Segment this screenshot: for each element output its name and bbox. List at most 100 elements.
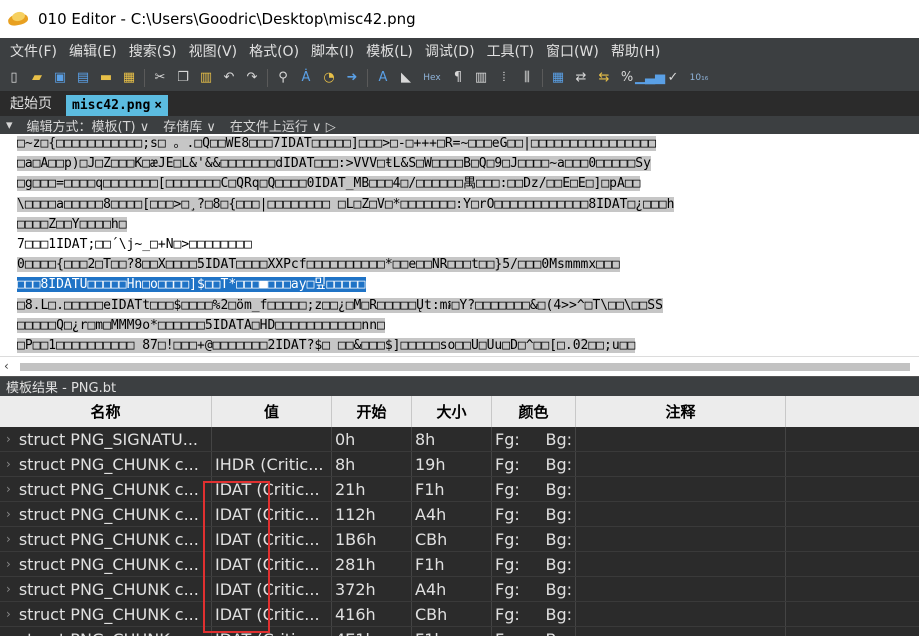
cell-comment: [576, 502, 786, 526]
table-row[interactable]: › struct PNG_CHUNK c... IDAT (Critic... 112…: [0, 502, 919, 527]
base-convert-icon[interactable]: 10₁₆: [686, 68, 712, 88]
menu-format[interactable]: 格式(O): [243, 41, 305, 61]
table-header: 名称 值 开始 大小 颜色 注释: [0, 396, 919, 427]
swap-icon[interactable]: ⇆: [594, 68, 614, 88]
chevron-right-icon[interactable]: ›: [6, 607, 11, 621]
percent-icon[interactable]: %: [617, 68, 637, 88]
table-body: › struct PNG_SIGNATU... 0h 8h Fg: Bg: › struct …: [0, 427, 919, 636]
hex-icon[interactable]: Hex: [419, 68, 445, 88]
table-row[interactable]: › struct PNG_CHUNK c... IHDR (Critic... 8h 1…: [0, 452, 919, 477]
fg-label: Fg:: [495, 479, 520, 499]
tab-start-page[interactable]: 起始页: [0, 91, 62, 116]
menu-help[interactable]: 帮助(H): [605, 41, 666, 61]
text-view[interactable]: □~z□{□□□□□□□□□□□;s□ 。.□Q□□WE8□□□7IDAT□□□…: [0, 134, 919, 356]
text-line: □g□□□=□□□□q□□□□□□□[□□□□□□□C□QRq□Q□□□□0ID…: [17, 174, 919, 194]
toolbar-divider: [542, 68, 543, 87]
goto-icon[interactable]: ➜: [342, 68, 362, 88]
find-icon[interactable]: ⚲: [273, 68, 293, 88]
open-folder-icon[interactable]: ▰: [27, 68, 47, 88]
paragraph-icon[interactable]: ¶: [448, 68, 468, 88]
tab-misc42[interactable]: misc42.png ×: [66, 95, 169, 116]
menu-window[interactable]: 窗口(W): [540, 41, 605, 61]
chevron-right-icon[interactable]: ›: [6, 507, 11, 521]
checksum-icon[interactable]: ✓: [663, 68, 683, 88]
chevron-right-icon[interactable]: ›: [6, 632, 11, 636]
menu-tools[interactable]: 工具(T): [481, 41, 540, 61]
menu-file[interactable]: 文件(F): [4, 41, 63, 61]
menu-view[interactable]: 视图(V): [183, 41, 244, 61]
toolbar-divider: [267, 68, 268, 87]
table-row[interactable]: › struct PNG_SIGNATU... 0h 8h Fg: Bg:: [0, 427, 919, 452]
cell-comment: [576, 527, 786, 551]
save-icon[interactable]: ▣: [50, 68, 70, 88]
binary-icon[interactable]: ⦙: [494, 68, 514, 88]
chevron-right-icon[interactable]: ›: [6, 582, 11, 596]
menu-script[interactable]: 脚本(I): [305, 41, 360, 61]
new-file-icon[interactable]: ▯: [4, 68, 24, 88]
text-content: 7□□□1IDAT;□□´\j~_□+N□>□□□□□□□□: [17, 236, 252, 252]
close-all-icon[interactable]: ▦: [119, 68, 139, 88]
highlight-icon[interactable]: ◣: [396, 68, 416, 88]
bg-label: Bg:: [545, 504, 572, 524]
cell-color: Fg: Bg:: [492, 577, 576, 601]
column-header-comment[interactable]: 注释: [576, 396, 786, 427]
cell-value: [212, 427, 332, 451]
column-header-name[interactable]: 名称: [0, 396, 212, 427]
chevron-right-icon[interactable]: ›: [6, 457, 11, 471]
column-header-color[interactable]: 颜色: [492, 396, 576, 427]
compare-icon[interactable]: ⇄: [571, 68, 591, 88]
table-row[interactable]: › struct PNG_CHUNK c... IDAT (Critic... 281…: [0, 552, 919, 577]
table-row[interactable]: › struct PNG_CHUNK c... IDAT (Critic... 416…: [0, 602, 919, 627]
columns-icon[interactable]: ▥: [471, 68, 491, 88]
save-all-icon[interactable]: ▤: [73, 68, 93, 88]
menu-template[interactable]: 模板(L): [360, 41, 419, 61]
struct-name: struct PNG_CHUNK c...: [18, 554, 199, 574]
struct-name: struct PNG_SIGNATU...: [18, 429, 198, 449]
cell-size: F1h: [412, 552, 492, 576]
find-in-files-icon[interactable]: ◔: [319, 68, 339, 88]
cell-color: Fg: Bg:: [492, 602, 576, 626]
bg-label: Bg:: [545, 479, 572, 499]
calculator-icon[interactable]: ▦: [548, 68, 568, 88]
chevron-right-icon[interactable]: ›: [6, 532, 11, 546]
chevron-right-icon[interactable]: ›: [6, 432, 11, 446]
run-on-file-dropdown[interactable]: 在文件上运行 ∨ ▷: [230, 116, 336, 135]
scroll-left-icon[interactable]: ‹: [4, 359, 9, 373]
cell-name: › struct PNG_CHUNK c...: [0, 577, 212, 601]
undo-icon[interactable]: ↶: [219, 68, 239, 88]
copy-icon[interactable]: ❐: [173, 68, 193, 88]
repository-dropdown[interactable]: 存储库 ∨: [163, 116, 216, 135]
font-icon[interactable]: A: [373, 68, 393, 88]
menu-edit[interactable]: 编辑(E): [63, 41, 123, 61]
histogram-icon[interactable]: ▁▃▅: [635, 68, 665, 88]
column-header-start[interactable]: 开始: [332, 396, 412, 427]
table-row[interactable]: › struct PNG_CHUNK c... IDAT (Critic... 1B6…: [0, 527, 919, 552]
table-row[interactable]: › struct PNG_CHUNK c... IDAT (Critic... 21h…: [0, 477, 919, 502]
cell-name: › struct PNG_CHUNK c...: [0, 477, 212, 501]
collapse-toggle[interactable]: ▾: [6, 118, 13, 133]
table-row[interactable]: › struct PNG_CHUNK c... IDAT (Critic... 372…: [0, 577, 919, 602]
table-row[interactable]: › struct PNG_CHUNK c... IDAT (Critic...4E1…: [0, 627, 919, 636]
bg-label: Bg:: [545, 604, 572, 624]
chevron-right-icon[interactable]: ›: [6, 482, 11, 496]
replace-icon[interactable]: Ȧ: [296, 68, 316, 88]
edit-mode-dropdown[interactable]: 编辑方式：模板(T) ∨: [27, 116, 150, 135]
scroll-thumb[interactable]: [20, 363, 910, 371]
column-header-value[interactable]: 值: [212, 396, 332, 427]
column-header-size[interactable]: 大小: [412, 396, 492, 427]
menu-debug[interactable]: 调试(D): [419, 41, 481, 61]
cell-size: 19h: [412, 452, 492, 476]
chevron-right-icon[interactable]: ›: [6, 557, 11, 571]
selected-text: □□□□Z□□Y□□□□h□: [17, 216, 127, 232]
horizontal-scrollbar[interactable]: ‹: [0, 356, 919, 376]
paste-icon[interactable]: ▥: [196, 68, 216, 88]
cell-name: › struct PNG_CHUNK c...: [0, 602, 212, 626]
close-icon[interactable]: ×: [154, 98, 162, 113]
cut-icon[interactable]: ✂: [150, 68, 170, 88]
columns-wide-icon[interactable]: ⫼: [517, 68, 537, 88]
cell-color: Fg: Bg:: [492, 627, 576, 636]
folder-icon[interactable]: ▬: [96, 68, 116, 88]
redo-icon[interactable]: ↷: [242, 68, 262, 88]
menu-search[interactable]: 搜索(S): [123, 41, 183, 61]
cell-value: IDAT (Critic...: [212, 577, 332, 601]
